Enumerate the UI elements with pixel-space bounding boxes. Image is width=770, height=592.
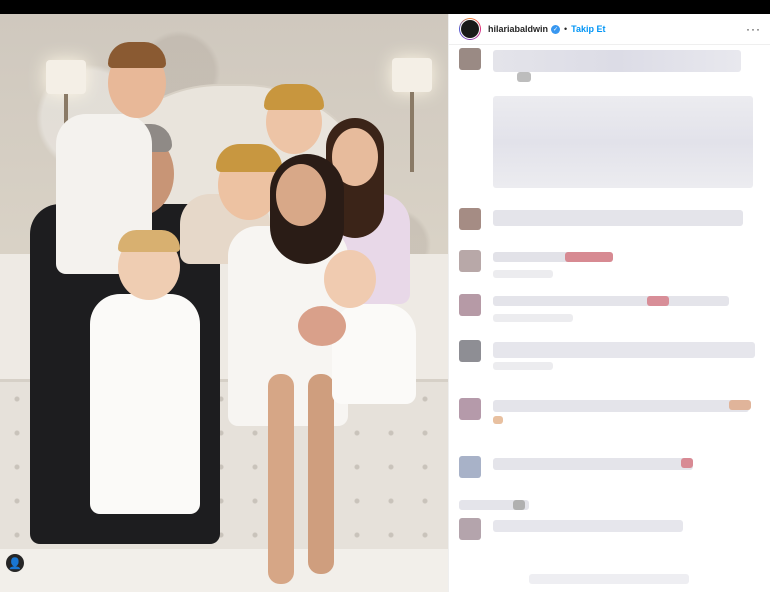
post-header: hilariabaldwin ✓ • Takip Et ···: [449, 14, 770, 45]
right-lamp: [392, 58, 432, 172]
caption-avatar: [459, 48, 481, 70]
comment-input-blurred: [529, 574, 689, 584]
profile-avatar[interactable]: [459, 18, 481, 40]
instagram-post-frame: 👤 hilariabaldwin ✓ • Takip Et ···: [0, 14, 770, 592]
user-tag-icon[interactable]: 👤: [6, 554, 24, 572]
more-options-icon[interactable]: ···: [746, 22, 761, 36]
username-link[interactable]: hilariabaldwin: [488, 24, 548, 34]
caption-line: [493, 50, 741, 72]
follow-button[interactable]: Takip Et: [571, 24, 605, 34]
comment-row: [493, 296, 729, 306]
verified-badge-icon: ✓: [551, 24, 561, 34]
floor: [0, 549, 448, 592]
post-side-panel: hilariabaldwin ✓ • Takip Et ···: [448, 14, 770, 592]
post-photo[interactable]: 👤: [0, 14, 448, 592]
comment-row: [493, 458, 693, 470]
header-separator: •: [564, 24, 568, 34]
comment-row: [493, 520, 683, 532]
comment-row: [493, 342, 755, 358]
comment-row: [493, 400, 749, 412]
comment-row: [493, 210, 743, 226]
caption-body: [493, 96, 753, 188]
